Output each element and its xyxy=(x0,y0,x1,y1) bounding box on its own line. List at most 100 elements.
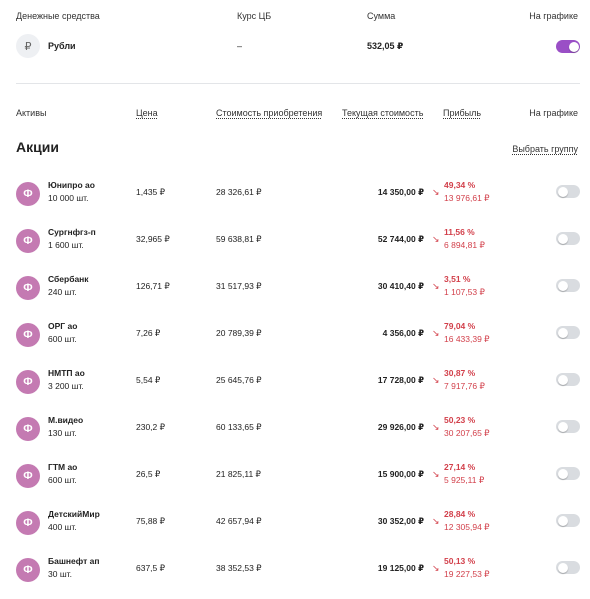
profit-percent: 28,84 % xyxy=(444,509,476,519)
profit-amount: 19 227,53 ₽ xyxy=(444,569,490,579)
holding-cost: 38 352,53 ₽ xyxy=(216,563,262,573)
holding-name: М.видео xyxy=(48,415,84,425)
fund-avatar-icon: Ф xyxy=(16,370,40,394)
arrow-down-right-icon: ↘ xyxy=(432,516,440,526)
toggle-knob xyxy=(557,280,568,291)
holding-qty: 1 600 шт. xyxy=(48,240,84,250)
holding-price: 75,88 ₽ xyxy=(136,516,166,526)
holding-cost: 42 657,94 ₽ xyxy=(216,516,262,526)
profit-amount: 6 894,81 ₽ xyxy=(444,240,485,250)
holding-current: 19 125,00 ₽ xyxy=(377,563,424,573)
arrow-down-right-icon: ↘ xyxy=(432,563,440,573)
chart-toggle[interactable] xyxy=(556,373,580,386)
cash-rate: – xyxy=(237,41,243,51)
fund-avatar-icon: Ф xyxy=(16,276,40,300)
toggle-knob xyxy=(557,186,568,197)
holding-row[interactable]: Ф НМТП ао 3 200 шт. 5,54 ₽ 25 645,76 ₽ 1… xyxy=(0,365,590,411)
section-title: Акции xyxy=(16,139,59,155)
fund-avatar-icon: Ф xyxy=(16,229,40,253)
arrow-down-right-icon: ↘ xyxy=(432,422,440,432)
profit-amount: 12 305,94 ₽ xyxy=(444,522,490,532)
holding-name: Башнефт ап xyxy=(48,556,100,566)
holding-price: 7,26 ₽ xyxy=(136,328,161,338)
holding-row[interactable]: Ф ОРГ ао 600 шт. 7,26 ₽ 20 789,39 ₽ 4 35… xyxy=(0,318,590,364)
toggle-knob xyxy=(557,327,568,338)
profit-percent: 30,87 % xyxy=(444,368,476,378)
toggle-knob xyxy=(568,41,579,52)
holding-qty: 600 шт. xyxy=(48,475,77,485)
holding-current: 17 728,00 ₽ xyxy=(377,375,424,385)
profit-percent: 27,14 % xyxy=(444,462,476,472)
chart-toggle[interactable] xyxy=(556,420,580,433)
arrow-down-right-icon: ↘ xyxy=(432,281,440,291)
holding-name: ДетскийМир xyxy=(48,509,100,519)
cash-name: Рубли xyxy=(48,41,76,51)
toggle-knob xyxy=(557,468,568,479)
sort-by-profit[interactable]: Прибыль xyxy=(443,108,481,118)
holding-price: 230,2 ₽ xyxy=(136,422,166,432)
cash-sum: 532,05 ₽ xyxy=(367,41,404,51)
fund-avatar-icon: Ф xyxy=(16,182,40,206)
fund-avatar-icon: Ф xyxy=(16,511,40,535)
toggle-knob xyxy=(557,374,568,385)
holding-qty: 3 200 шт. xyxy=(48,381,84,391)
holding-row[interactable]: Ф М.видео 130 шт. 230,2 ₽ 60 133,65 ₽ 29… xyxy=(0,412,590,458)
chart-toggle[interactable] xyxy=(556,467,580,480)
assets-col-chart: На графике xyxy=(529,108,578,118)
chart-toggle[interactable] xyxy=(556,232,580,245)
holding-row[interactable]: Ф ДетскийМир 400 шт. 75,88 ₽ 42 657,94 ₽… xyxy=(0,506,590,552)
fund-avatar-icon: Ф xyxy=(16,558,40,582)
holding-current: 4 356,00 ₽ xyxy=(382,328,424,338)
holding-price: 5,54 ₽ xyxy=(136,375,161,385)
chart-toggle[interactable] xyxy=(556,326,580,339)
fund-avatar-icon: Ф xyxy=(16,323,40,347)
profit-amount: 30 207,65 ₽ xyxy=(444,428,490,438)
holding-price: 637,5 ₽ xyxy=(136,563,166,573)
holding-row[interactable]: Ф Сургнфгз-п 1 600 шт. 32,965 ₽ 59 638,8… xyxy=(0,224,590,270)
arrow-down-right-icon: ↘ xyxy=(432,328,440,338)
holding-row[interactable]: Ф ГТМ ао 600 шт. 26,5 ₽ 21 825,11 ₽ 15 9… xyxy=(0,459,590,505)
holding-row[interactable]: Ф Юнипро ао 10 000 шт. 1,435 ₽ 28 326,61… xyxy=(0,177,590,223)
profit-amount: 16 433,39 ₽ xyxy=(444,334,490,344)
chart-toggle[interactable] xyxy=(556,514,580,527)
toggle-knob xyxy=(557,233,568,244)
holding-qty: 10 000 шт. xyxy=(48,193,89,203)
profit-percent: 3,51 % xyxy=(444,274,471,284)
holding-cost: 21 825,11 ₽ xyxy=(216,469,261,479)
sort-by-current[interactable]: Текущая стоимость xyxy=(342,108,423,118)
holding-price: 32,965 ₽ xyxy=(136,234,170,244)
holding-name: НМТП ао xyxy=(48,368,85,378)
holding-current: 15 900,00 ₽ xyxy=(377,469,424,479)
holding-qty: 130 шт. xyxy=(48,428,77,438)
cash-col-funds: Денежные средства xyxy=(16,11,100,21)
arrow-down-right-icon: ↘ xyxy=(432,234,440,244)
chart-toggle[interactable] xyxy=(556,561,580,574)
chart-toggle[interactable] xyxy=(556,185,580,198)
holding-cost: 20 789,39 ₽ xyxy=(216,328,262,338)
holding-row[interactable]: Ф Башнефт ап 30 шт. 637,5 ₽ 38 352,53 ₽ … xyxy=(0,553,590,599)
chart-toggle[interactable] xyxy=(556,279,580,292)
arrow-down-right-icon: ↘ xyxy=(432,375,440,385)
holding-name: Сургнфгз-п xyxy=(48,227,96,237)
holding-qty: 30 шт. xyxy=(48,569,72,579)
holding-current: 29 926,00 ₽ xyxy=(377,422,424,432)
profit-amount: 5 925,11 ₽ xyxy=(444,475,485,485)
divider xyxy=(16,83,580,84)
arrow-down-right-icon: ↘ xyxy=(432,469,440,479)
cash-col-rate: Курс ЦБ xyxy=(237,11,272,21)
arrow-down-right-icon: ↘ xyxy=(432,187,440,197)
ruble-icon: ₽ xyxy=(16,34,40,58)
fund-avatar-icon: Ф xyxy=(16,417,40,441)
toggle-knob xyxy=(557,562,568,573)
holding-cost: 60 133,65 ₽ xyxy=(216,422,262,432)
sort-by-price[interactable]: Цена xyxy=(136,108,158,118)
holding-price: 1,435 ₽ xyxy=(136,187,166,197)
cash-col-sum: Сумма xyxy=(367,11,396,21)
cash-col-chart: На графике xyxy=(529,11,578,21)
holding-price: 126,71 ₽ xyxy=(136,281,170,291)
holding-row[interactable]: Ф Сбербанк 240 шт. 126,71 ₽ 31 517,93 ₽ … xyxy=(0,271,590,317)
select-group-link[interactable]: Выбрать группу xyxy=(512,144,578,154)
cash-chart-toggle[interactable] xyxy=(556,40,580,53)
profit-amount: 7 917,76 ₽ xyxy=(444,381,485,391)
sort-by-cost[interactable]: Стоимость приобретения xyxy=(216,108,322,118)
